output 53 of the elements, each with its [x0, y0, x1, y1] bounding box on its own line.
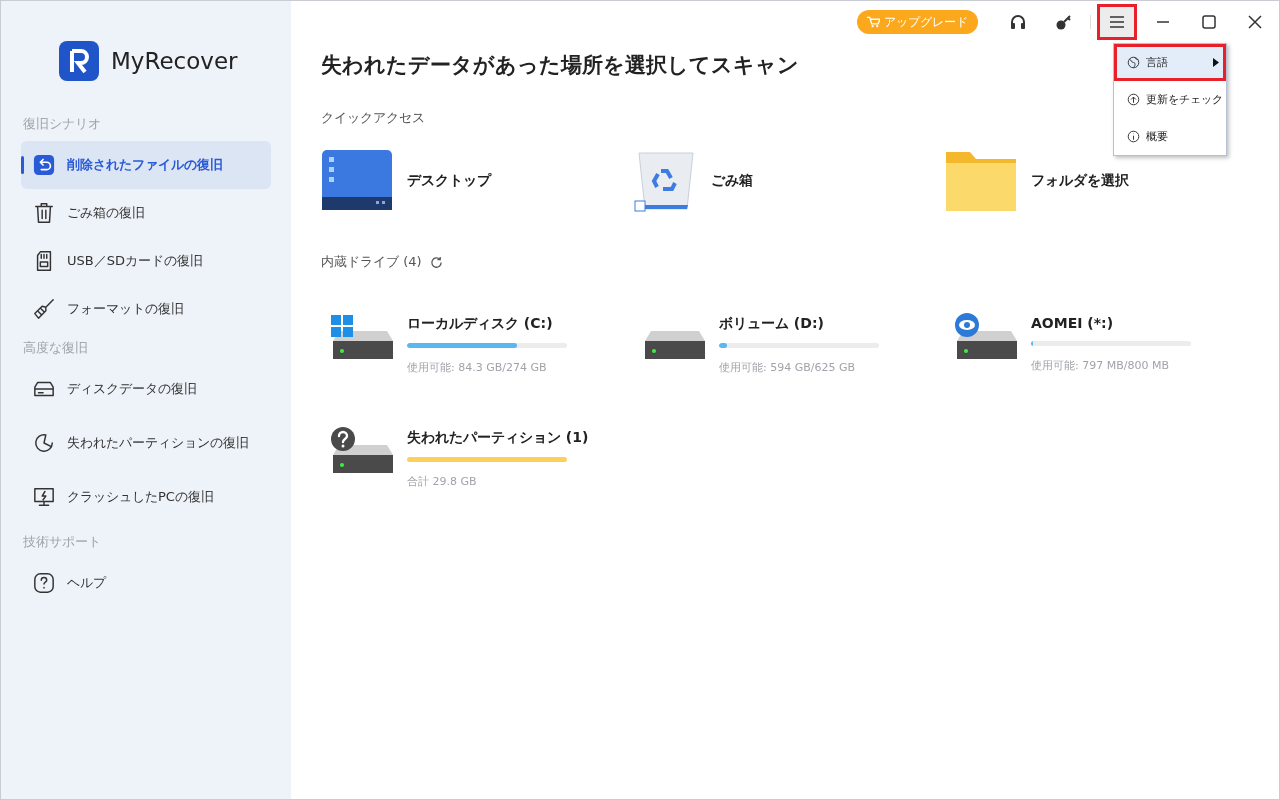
sidebar-item[interactable]: ヘルプ — [21, 559, 271, 607]
drive-usage: 使用可能: 84.3 GB/274 GB — [407, 360, 548, 375]
quick-access-item[interactable]: デスクトップ — [321, 149, 633, 213]
drive-usage: 合計 29.8 GB — [407, 474, 478, 489]
key-icon — [1055, 13, 1073, 31]
headset-icon — [1009, 13, 1027, 31]
section-title: 復旧シナリオ — [23, 115, 102, 133]
folder-icon — [945, 149, 1017, 213]
menu-item[interactable]: 更新をチェック — [1114, 81, 1226, 118]
pie-icon — [33, 432, 55, 454]
drive-item[interactable]: AOMEI (*:) 使用可能: 797 MB/800 MB — [945, 301, 1257, 375]
hard-drive-icon — [331, 427, 393, 473]
sidebar-item[interactable]: クラッシュしたPCの復旧 — [21, 473, 271, 521]
sidebar-item[interactable]: 失われたパーティションの復旧 — [21, 419, 271, 467]
drive-item[interactable]: 失われたパーティション (1) 合計 29.8 GB — [321, 415, 633, 489]
drive-usage: 使用可能: 797 MB/800 MB — [1031, 358, 1170, 373]
trash-icon — [33, 202, 55, 224]
help-icon — [33, 572, 55, 594]
maximize-icon — [1202, 15, 1216, 29]
quick-access-item[interactable]: ごみ箱 — [633, 149, 945, 213]
sidebar-item[interactable]: ディスクデータの復旧 — [21, 365, 271, 413]
desktop-icon — [321, 149, 393, 213]
undo-icon — [33, 154, 55, 176]
hard-drive-icon — [645, 331, 705, 359]
sidebar-item[interactable]: ごみ箱の復旧 — [21, 189, 271, 237]
refresh-icon[interactable] — [429, 255, 443, 269]
hard-drive-icon — [331, 313, 393, 359]
hard-drive-icon — [955, 313, 1017, 359]
menu-button[interactable] — [1097, 4, 1137, 40]
app-name: MyRecover — [111, 48, 238, 74]
section-title: 内蔵ドライブ (4) — [321, 253, 422, 271]
sidebar-item[interactable]: USB／SDカードの復旧 — [21, 237, 271, 285]
sidebar-item[interactable]: フォーマットの復旧 — [21, 285, 271, 333]
recycle-bin-icon — [633, 149, 697, 213]
globe-icon — [1127, 56, 1140, 69]
app-logo-icon — [59, 41, 99, 81]
close-icon — [1248, 15, 1262, 29]
section-title: 技術サポート — [23, 533, 102, 551]
cart-icon — [867, 16, 880, 28]
menu-item[interactable]: 言語 — [1114, 44, 1226, 81]
section-title: クイックアクセス — [321, 109, 425, 127]
drive-item[interactable]: ボリューム (D:) 使用可能: 594 GB/625 GB — [633, 301, 945, 375]
broom-icon — [33, 298, 55, 320]
drive-usage: 使用可能: 594 GB/625 GB — [719, 360, 857, 375]
sidebar-item[interactable]: 削除されたファイルの復旧 — [21, 141, 271, 189]
upload-icon — [1127, 93, 1140, 106]
monitor-icon — [33, 486, 55, 508]
drive-item[interactable]: ローカルディスク (C:) 使用可能: 84.3 GB/274 GB — [321, 301, 633, 375]
page-heading: 失われたデータがあった場所を選択してスキャン — [321, 52, 799, 79]
menu-icon — [1109, 15, 1125, 29]
section-title: 高度な復旧 — [23, 339, 89, 357]
info-icon — [1127, 130, 1140, 143]
menu-item[interactable]: 概要 — [1114, 118, 1226, 155]
